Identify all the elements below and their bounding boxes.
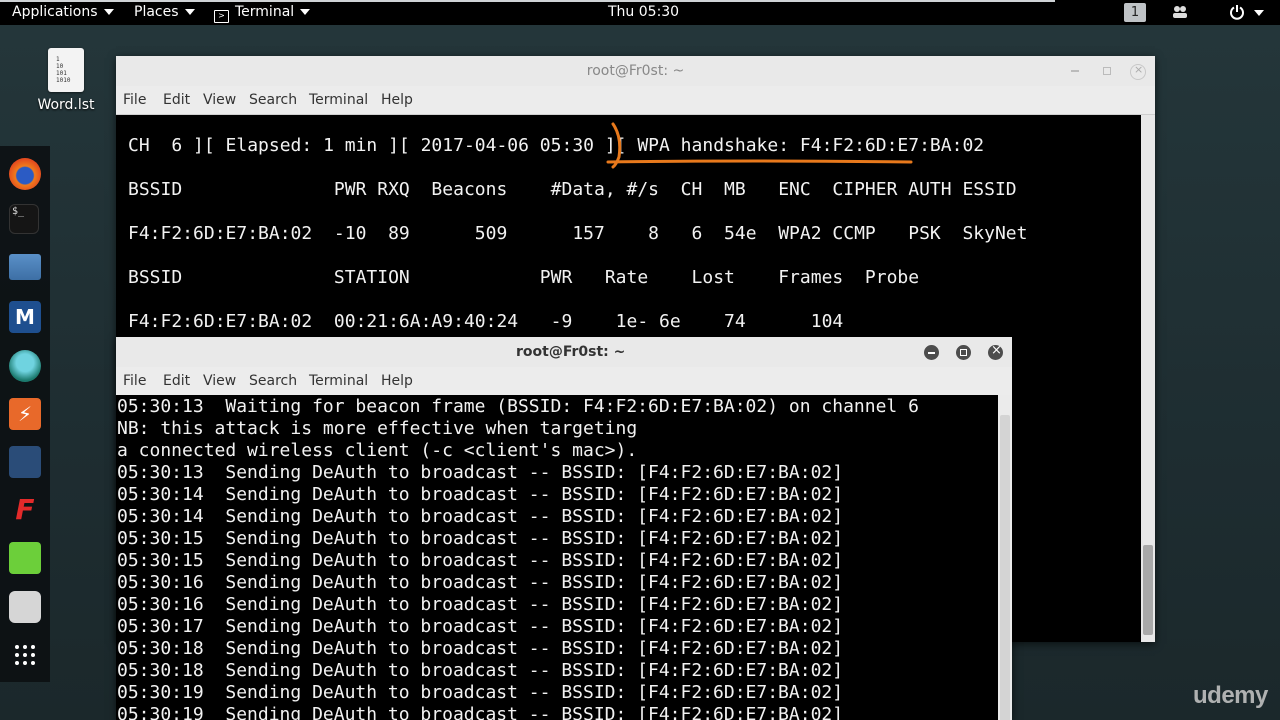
- menu-search[interactable]: Search: [249, 92, 297, 108]
- chevron-down-icon: [103, 9, 114, 15]
- scrollbar[interactable]: [998, 395, 1012, 720]
- applications-menu[interactable]: Applications: [12, 4, 114, 21]
- handshake-annotation: [606, 122, 913, 169]
- terminal-line: 05:30:18 Sending DeAuth to broadcast -- …: [117, 638, 844, 659]
- files-icon[interactable]: [9, 254, 41, 280]
- app-grid-icon[interactable]: [9, 639, 41, 671]
- menu-edit[interactable]: Edit: [163, 92, 190, 108]
- maximize-icon: [960, 349, 967, 356]
- workspace-indicator[interactable]: 1: [1124, 3, 1146, 22]
- terminal-line: 05:30:16 Sending DeAuth to broadcast -- …: [117, 594, 844, 615]
- scrollbar-thumb[interactable]: [1143, 545, 1153, 635]
- places-menu[interactable]: Places: [134, 4, 195, 21]
- window-titlebar[interactable]: root@Fr0st: ~ ×: [116, 337, 1012, 368]
- station-table-header: BSSID STATION PWR Rate Lost Frames Probe: [128, 267, 920, 288]
- terminal-output[interactable]: 05:30:13 Waiting for beacon frame (BSSID…: [116, 395, 1012, 720]
- word-list-file-icon[interactable]: 1 10 101 1010: [48, 48, 84, 92]
- terminal-line: NB: this attack is more effective when t…: [117, 418, 638, 439]
- metasploit-icon[interactable]: M: [9, 301, 41, 333]
- terminal-line: 05:30:15 Sending DeAuth to broadcast -- …: [117, 550, 844, 571]
- maximize-icon: [1103, 67, 1111, 75]
- top-panel-highlight: [0, 0, 1055, 2]
- terminal-line: 05:30:13 Sending DeAuth to broadcast -- …: [117, 462, 844, 483]
- terminal-icon: >: [214, 10, 229, 23]
- dock: $_ M ⚡ F: [0, 146, 50, 682]
- close-button[interactable]: ×: [988, 343, 1003, 360]
- screenshot-icon[interactable]: [9, 591, 41, 623]
- scrollbar[interactable]: [1141, 115, 1155, 642]
- udemy-watermark: udemy: [1193, 682, 1268, 709]
- terminal-icon[interactable]: $_: [9, 204, 39, 234]
- burpsuite-icon[interactable]: ⚡: [9, 398, 41, 430]
- terminal-line: 05:30:18 Sending DeAuth to broadcast -- …: [117, 660, 844, 681]
- terminal-line: 05:30:17 Sending DeAuth to broadcast -- …: [117, 616, 844, 637]
- file-glyph: 1 10 101 1010: [56, 56, 71, 84]
- firefox-icon[interactable]: [9, 158, 41, 190]
- minimize-button[interactable]: [924, 345, 939, 360]
- menu-view[interactable]: View: [203, 373, 236, 389]
- terminal-menu-label: Terminal: [235, 4, 295, 20]
- window-titlebar[interactable]: root@Fr0st: ~ ×: [116, 56, 1155, 87]
- menu-terminal[interactable]: Terminal: [309, 92, 368, 108]
- armitage-icon[interactable]: [9, 350, 41, 382]
- minimize-button[interactable]: [1068, 64, 1082, 78]
- clock[interactable]: Thu 05:30: [608, 4, 679, 21]
- terminal-app-menu[interactable]: > Terminal: [214, 4, 311, 23]
- terminal-line: a connected wireless client (-c <client'…: [117, 440, 638, 461]
- maximize-button[interactable]: [956, 345, 971, 360]
- terminal-line: 05:30:19 Sending DeAuth to broadcast -- …: [117, 682, 844, 703]
- window-title: root@Fr0st: ~: [586, 63, 685, 79]
- top-panel: Applications Places > Terminal Thu 05:30 …: [0, 0, 1280, 25]
- terminal-line: 05:30:16 Sending DeAuth to broadcast -- …: [117, 572, 844, 593]
- power-icon[interactable]: [1229, 4, 1245, 21]
- menu-help[interactable]: Help: [381, 373, 413, 389]
- chevron-down-icon: [184, 9, 195, 15]
- faraday-icon[interactable]: F: [9, 494, 41, 526]
- close-icon: ×: [1134, 63, 1144, 76]
- word-list-file-label[interactable]: Word.lst: [30, 97, 102, 113]
- terminal-line: 05:30:15 Sending DeAuth to broadcast -- …: [117, 528, 844, 549]
- minimize-icon: [1071, 70, 1079, 72]
- menu-search[interactable]: Search: [249, 373, 297, 389]
- maximize-button[interactable]: [1100, 64, 1114, 78]
- menu-view[interactable]: View: [203, 92, 236, 108]
- close-icon: ×: [991, 343, 1002, 358]
- menu-bar: File Edit View Search Terminal Help: [116, 86, 1155, 115]
- terminal-line: 05:30:14 Sending DeAuth to broadcast -- …: [117, 484, 844, 505]
- terminal-line: 05:30:19 Sending DeAuth to broadcast -- …: [117, 704, 844, 720]
- menu-edit[interactable]: Edit: [163, 373, 190, 389]
- terminal-line: 05:30:14 Sending DeAuth to broadcast -- …: [117, 506, 844, 527]
- menu-help[interactable]: Help: [381, 92, 413, 108]
- chevron-down-icon[interactable]: [1254, 10, 1264, 16]
- window-title: root@Fr0st: ~: [516, 344, 626, 360]
- close-button[interactable]: ×: [1130, 63, 1146, 80]
- people-icon[interactable]: [1172, 5, 1188, 22]
- scrollbar-thumb[interactable]: [1000, 415, 1010, 720]
- terminal-line: 05:30:13 Waiting for beacon frame (BSSID…: [117, 396, 919, 417]
- minimize-icon: [928, 352, 935, 354]
- menu-file[interactable]: File: [123, 92, 146, 108]
- menu-file[interactable]: File: [123, 373, 146, 389]
- station-table-row: F4:F2:6D:E7:BA:02 00:21:6A:A9:40:24 -9 1…: [128, 311, 844, 332]
- places-label: Places: [134, 4, 179, 20]
- menu-bar: File Edit View Search Terminal Help: [116, 367, 1012, 396]
- applications-label: Applications: [12, 4, 98, 20]
- maltego-icon[interactable]: [9, 446, 41, 478]
- menu-terminal[interactable]: Terminal: [309, 373, 368, 389]
- chevron-down-icon: [300, 9, 311, 15]
- aireplay-terminal-window[interactable]: root@Fr0st: ~ × File Edit View Search Te…: [116, 337, 1012, 720]
- ap-table-row: F4:F2:6D:E7:BA:02 -10 89 509 157 8 6 54e…: [128, 223, 1028, 244]
- notes-icon[interactable]: [9, 542, 41, 574]
